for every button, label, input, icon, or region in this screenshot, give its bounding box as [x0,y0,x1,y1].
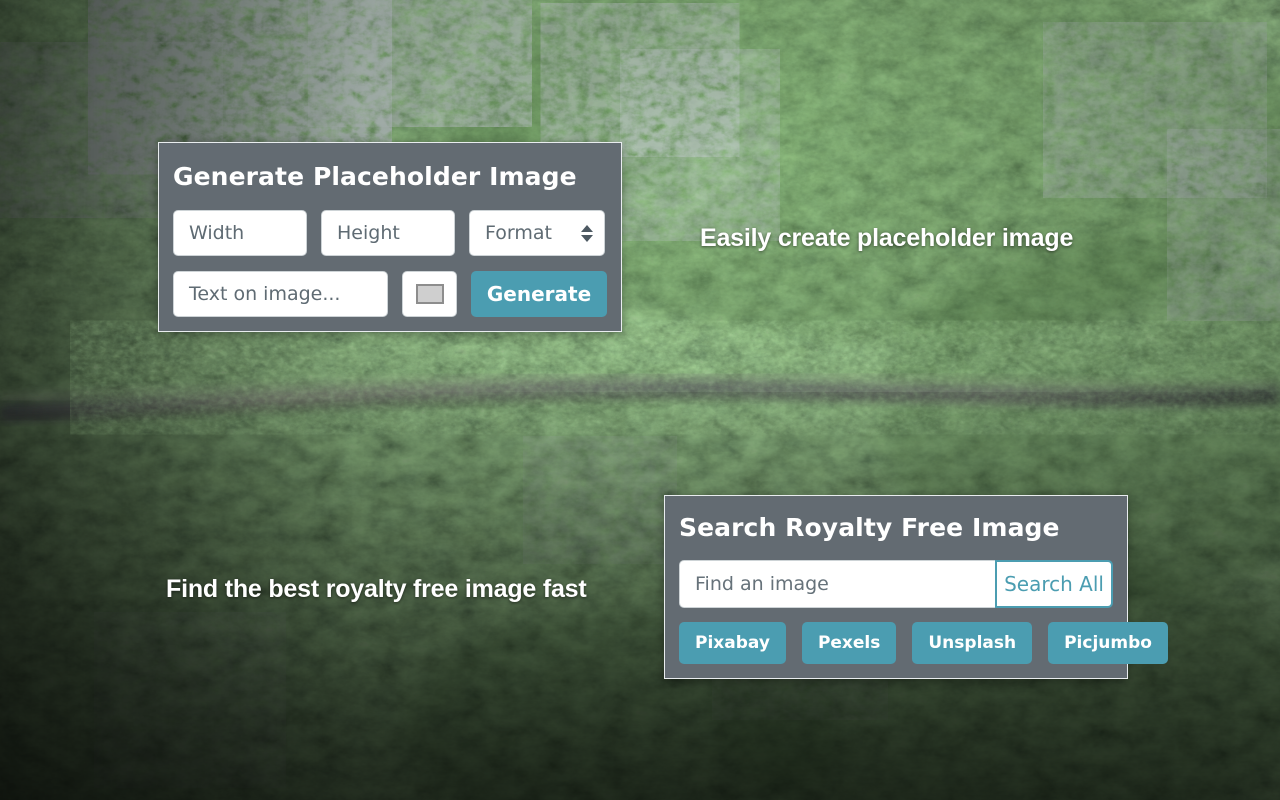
generate-panel-title: Generate Placeholder Image [173,162,607,191]
search-row: Find an image Search All [679,560,1113,608]
height-input[interactable]: Height [321,210,455,256]
generate-placeholder-panel: Generate Placeholder Image Width Height … [158,142,622,332]
search-panel-title: Search Royalty Free Image [679,513,1113,542]
width-input[interactable]: Width [173,210,307,256]
source-button-unsplash[interactable]: Unsplash [912,622,1032,664]
chevron-up-icon [581,225,593,232]
stepper-updown-icon[interactable] [581,225,593,242]
text-on-image-input[interactable]: Text on image... [173,271,388,317]
tagline-find-royalty-free: Find the best royalty free image fast [166,575,587,604]
source-button-picjumbo[interactable]: Picjumbo [1048,622,1168,664]
search-all-button[interactable]: Search All [995,560,1113,608]
background-photo [0,0,1280,800]
generate-row-dimensions: Width Height Format [173,210,607,256]
generate-row-text: Text on image... Generate [173,271,607,317]
search-input[interactable]: Find an image [679,560,995,608]
source-button-pixabay[interactable]: Pixabay [679,622,786,664]
source-buttons-row: Pixabay Pexels Unsplash Picjumbo [679,622,1113,664]
format-select-label: Format [485,222,552,244]
color-picker-button[interactable] [402,271,457,317]
tagline-generate-placeholder: Easily create placeholder image [700,224,1073,253]
chevron-down-icon [581,235,593,242]
format-select[interactable]: Format [469,210,605,256]
color-swatch-icon [416,284,444,304]
source-button-pexels[interactable]: Pexels [802,622,896,664]
generate-button[interactable]: Generate [471,271,607,317]
search-royalty-free-panel: Search Royalty Free Image Find an image … [664,495,1128,679]
